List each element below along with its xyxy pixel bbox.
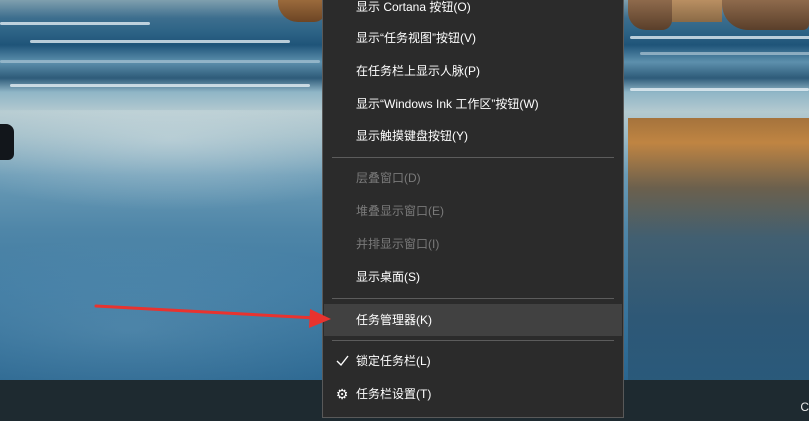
menu-item-label: 任务栏设置(T) (356, 387, 432, 401)
wallpaper-wave (640, 52, 809, 55)
menu-item-label: 显示“任务视图”按钮(V) (356, 31, 476, 45)
wallpaper-wave (630, 36, 809, 39)
wallpaper-wave (10, 84, 310, 87)
desktop: C 显示 Cortana 按钮(O) 显示“任务视图”按钮(V) 在任务栏上显示… (0, 0, 809, 421)
menu-item-cascade-windows: 层叠窗口(D) (324, 162, 622, 194)
menu-separator (332, 340, 614, 341)
wallpaper-arch-opening (672, 0, 722, 22)
wallpaper-wave (0, 60, 320, 63)
menu-item-label: 堆叠显示窗口(E) (356, 204, 444, 218)
wallpaper-wave (0, 22, 150, 25)
menu-item-label: 显示 Cortana 按钮(O) (356, 0, 471, 14)
wallpaper-arch-rock (628, 0, 672, 30)
menu-item-task-manager[interactable]: 任务管理器(K) (324, 304, 622, 336)
menu-item-show-cortana-button[interactable]: 显示 Cortana 按钮(O) (324, 0, 622, 23)
menu-item-label: 并排显示窗口(I) (356, 237, 440, 251)
wallpaper-wave (30, 40, 290, 43)
menu-item-show-touch-keyboard-button[interactable]: 显示触摸键盘按钮(Y) (324, 120, 622, 152)
wallpaper-wave (630, 88, 809, 91)
wallpaper-arch-rock (722, 0, 809, 30)
menu-item-label: 显示触摸键盘按钮(Y) (356, 129, 468, 143)
menu-item-taskbar-settings[interactable]: ⚙ 任务栏设置(T) (324, 378, 622, 410)
taskbar-context-menu: 显示 Cortana 按钮(O) 显示“任务视图”按钮(V) 在任务栏上显示人脉… (322, 0, 624, 418)
wallpaper-figure (0, 124, 14, 160)
menu-item-label: 锁定任务栏(L) (356, 354, 431, 368)
menu-item-show-windows-ink-button[interactable]: 显示“Windows Ink 工作区”按钮(W) (324, 88, 622, 120)
menu-item-side-by-side-windows: 并排显示窗口(I) (324, 228, 622, 260)
gear-icon: ⚙ (335, 386, 349, 402)
menu-item-label: 显示“Windows Ink 工作区”按钮(W) (356, 97, 539, 111)
wallpaper-reflection (628, 118, 809, 380)
menu-separator (332, 157, 614, 158)
menu-item-label: 层叠窗口(D) (356, 171, 421, 185)
menu-item-show-desktop[interactable]: 显示桌面(S) (324, 261, 622, 293)
menu-item-show-people[interactable]: 在任务栏上显示人脉(P) (324, 55, 622, 87)
menu-item-label: 任务管理器(K) (356, 313, 432, 327)
menu-item-lock-taskbar[interactable]: 锁定任务栏(L) (324, 345, 622, 377)
menu-item-label: 在任务栏上显示人脉(P) (356, 64, 480, 78)
menu-separator (332, 298, 614, 299)
menu-item-stack-windows: 堆叠显示窗口(E) (324, 195, 622, 227)
menu-item-show-task-view-button[interactable]: 显示“任务视图”按钮(V) (324, 22, 622, 54)
taskbar-clock[interactable]: C (800, 400, 809, 414)
menu-item-label: 显示桌面(S) (356, 270, 420, 284)
